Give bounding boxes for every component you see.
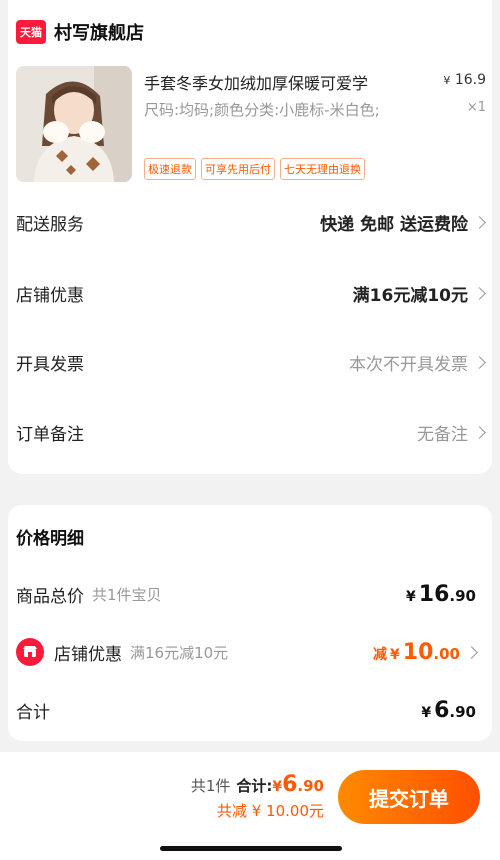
total-reduction: 共减 ¥ 10.00元	[216, 802, 324, 820]
store-coupon-label: 店铺优惠	[16, 285, 84, 306]
store-discount-amount: 减 ¥ 10 .00	[373, 640, 460, 665]
total-label: 合计	[16, 702, 50, 723]
home-indicator[interactable]	[160, 846, 342, 851]
store-coupon-row[interactable]: 店铺优惠 满16元减10元	[16, 278, 486, 308]
order-note-value: 无备注	[417, 424, 468, 445]
store-coupon-value: 满16元减10元	[352, 285, 468, 306]
product-price-value: 16.9	[454, 72, 486, 88]
product-image[interactable]	[16, 66, 132, 182]
amount-integer: 16	[418, 581, 450, 607]
amount-decimal: .90	[449, 586, 476, 605]
delivery-service-label: 配送服务	[16, 214, 84, 235]
submit-order-button[interactable]: 提交订单	[338, 770, 480, 824]
amount-integer: 10	[402, 639, 434, 665]
store-discount-label: 店铺优惠	[54, 644, 122, 665]
total-amount: ¥ 6 .90	[421, 698, 476, 723]
product-photo	[16, 66, 132, 182]
currency-symbol: ¥	[390, 646, 400, 663]
order-note-row[interactable]: 订单备注 无备注	[16, 417, 486, 447]
chevron-right-icon	[473, 425, 486, 439]
tag-pay-later: 可享先用后付	[201, 158, 275, 180]
total-row: 合计 ¥ 6 .90	[16, 694, 476, 726]
currency-symbol: ¥	[272, 779, 283, 795]
invoice-value: 本次不开具发票	[349, 354, 468, 375]
amount-decimal: .90	[297, 777, 324, 795]
total-label: 合计:	[236, 777, 273, 795]
discount-prefix: 减	[373, 646, 388, 663]
tag-fast-refund: 极速退款	[144, 158, 196, 180]
goods-total-row: 商品总价 共1件宝贝 ¥ 16 .90	[16, 578, 476, 610]
invoice-label: 开具发票	[16, 354, 84, 375]
invoice-row[interactable]: 开具发票 本次不开具发票	[16, 347, 486, 377]
checkout-total: ¥ 6 .90	[272, 772, 324, 797]
chevron-right-icon	[473, 286, 486, 300]
store-discount-rule: 满16元减10元	[130, 643, 229, 662]
product-price-symbol: ¥	[443, 74, 451, 87]
checkout-bar: 共1件 合计: ¥ 6 .90 共减 ¥ 10.00元 提交订单	[0, 752, 500, 860]
checkout-summary: 共1件 合计: ¥ 6 .90	[191, 772, 324, 797]
currency-symbol: ¥	[406, 588, 416, 605]
product-price: ¥ 16.9	[443, 72, 486, 88]
chevron-right-icon	[473, 355, 486, 369]
store-discount-icon	[16, 638, 44, 666]
product-spec: 尺码:均码;颜色分类:小鹿标-米白色;	[144, 101, 380, 119]
store-name[interactable]: 村写旗舰店	[54, 19, 144, 45]
product-quantity: ×1	[466, 100, 486, 115]
goods-count: 共1件宝贝	[92, 585, 162, 604]
amount-integer: 6	[434, 697, 450, 723]
store-discount-row[interactable]: 店铺优惠 满16元减10元 减 ¥ 10 .00	[16, 636, 478, 668]
goods-total-label: 商品总价	[16, 586, 84, 607]
order-note-label: 订单备注	[16, 424, 84, 445]
chevron-right-icon	[473, 215, 486, 229]
amount-integer: 6	[282, 772, 298, 797]
amount-decimal: .00	[433, 644, 460, 663]
delivery-service-row[interactable]: 配送服务 快递 免邮 送运费险	[16, 207, 486, 237]
delivery-service-value: 快递 免邮 送运费险	[320, 214, 468, 235]
currency-symbol: ¥	[421, 704, 432, 721]
service-tags: 极速退款 可享先用后付 七天无理由退换	[144, 158, 365, 180]
chevron-right-icon	[465, 645, 478, 659]
tmall-badge-icon: 天猫	[16, 20, 46, 44]
amount-decimal: .90	[449, 702, 476, 721]
store-header[interactable]: 天猫 村写旗舰店	[16, 18, 144, 46]
goods-total-amount: ¥ 16 .90	[406, 582, 476, 607]
tag-seven-day-return: 七天无理由退换	[280, 158, 365, 180]
product-title[interactable]: 手套冬季女加绒加厚保暖可爱学	[144, 70, 412, 94]
price-detail-title: 价格明细	[16, 529, 84, 549]
item-count: 共1件	[190, 777, 231, 795]
